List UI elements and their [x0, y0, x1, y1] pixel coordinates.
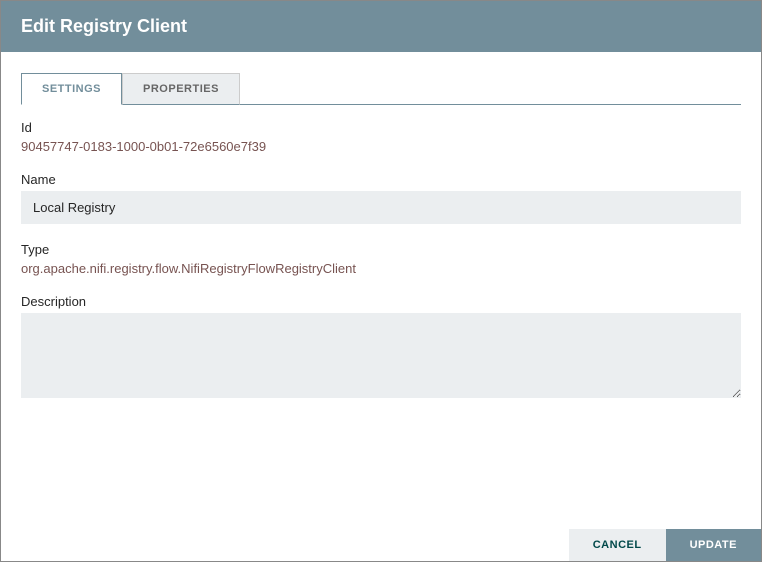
tab-properties[interactable]: PROPERTIES [122, 73, 240, 105]
id-label: Id [21, 120, 741, 135]
field-description: Description [21, 294, 741, 403]
name-input[interactable] [21, 191, 741, 224]
description-input[interactable] [21, 313, 741, 398]
tab-bar: SETTINGS PROPERTIES [21, 72, 741, 105]
dialog-title: Edit Registry Client [21, 16, 187, 36]
type-value: org.apache.nifi.registry.flow.NifiRegist… [21, 261, 741, 276]
dialog-footer: CANCEL UPDATE [1, 529, 761, 561]
field-id: Id 90457747-0183-1000-0b01-72e6560e7f39 [21, 120, 741, 154]
tab-settings[interactable]: SETTINGS [21, 73, 122, 105]
field-name: Name [21, 172, 741, 224]
name-label: Name [21, 172, 741, 187]
update-button[interactable]: UPDATE [666, 529, 761, 561]
id-value: 90457747-0183-1000-0b01-72e6560e7f39 [21, 139, 741, 154]
dialog-header: Edit Registry Client [1, 1, 761, 52]
type-label: Type [21, 242, 741, 257]
cancel-button[interactable]: CANCEL [569, 529, 666, 561]
description-label: Description [21, 294, 741, 309]
field-type: Type org.apache.nifi.registry.flow.NifiR… [21, 242, 741, 276]
dialog-content: SETTINGS PROPERTIES Id 90457747-0183-100… [1, 52, 761, 441]
